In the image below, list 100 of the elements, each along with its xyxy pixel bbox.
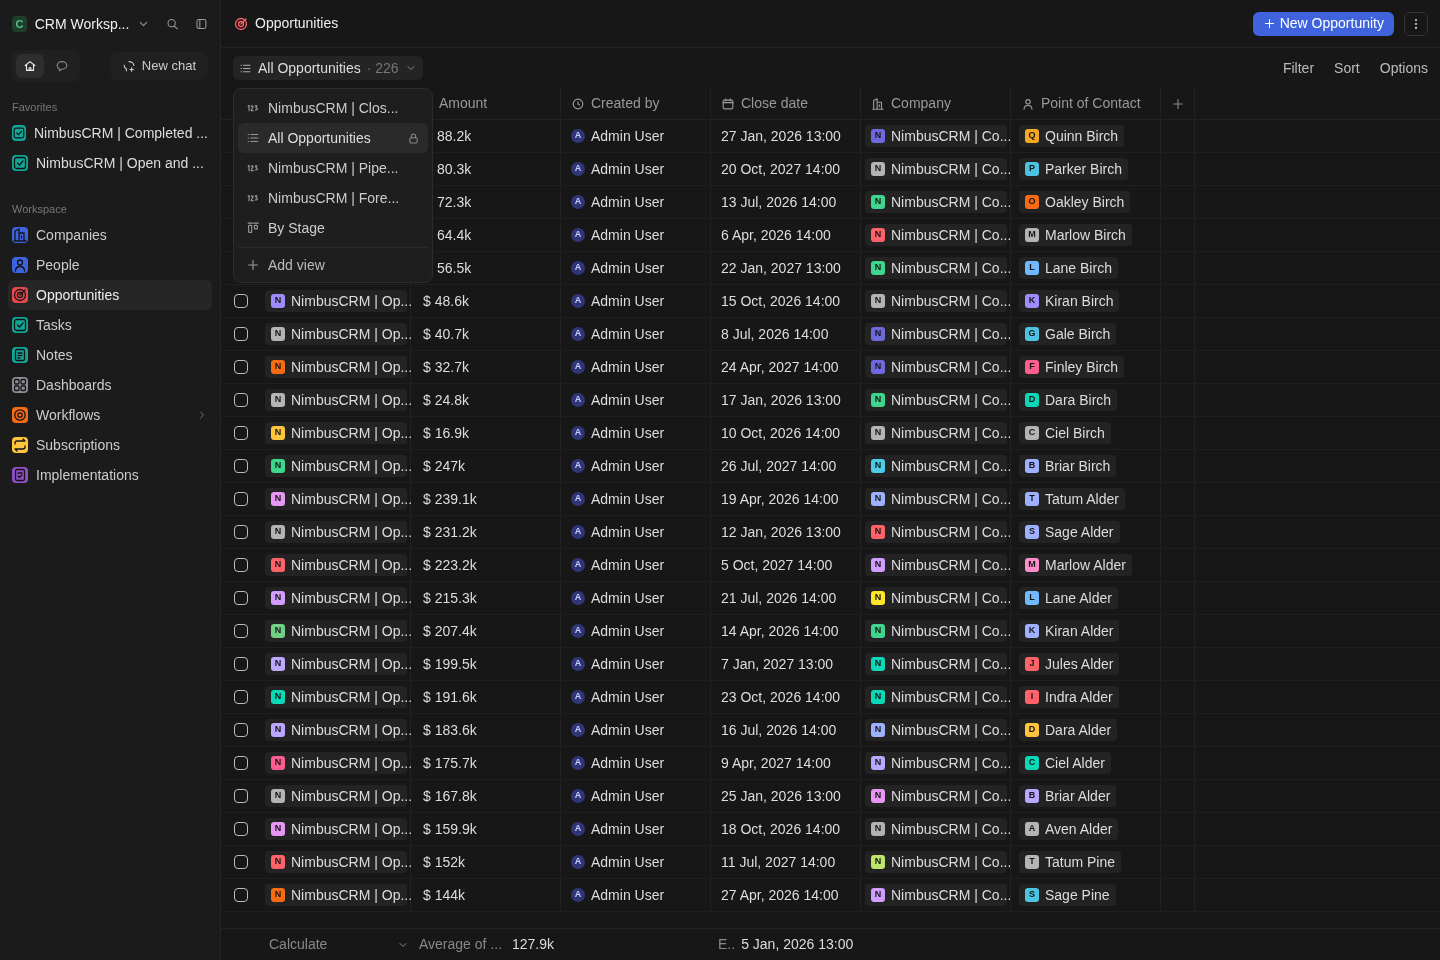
- person-chip[interactable]: S Sage Pine: [1019, 884, 1116, 906]
- favorite-label: NimbusCRM | Completed ...: [34, 123, 208, 143]
- person-chip[interactable]: T Tatum Pine: [1019, 851, 1122, 873]
- letter-avatar: L: [1025, 591, 1039, 605]
- sidebar-item[interactable]: Companies: [8, 220, 212, 250]
- letter-avatar: N: [271, 888, 285, 902]
- row-checkbox[interactable]: [234, 294, 248, 308]
- person-chip[interactable]: O Oakley Birch: [1019, 191, 1131, 213]
- chip-label: Finley Birch: [1045, 357, 1119, 377]
- person-chip[interactable]: A Aven Alder: [1019, 818, 1119, 840]
- person-chip[interactable]: C Ciel Birch: [1019, 422, 1111, 444]
- column-header[interactable]: Close date: [741, 93, 808, 114]
- row-checkbox[interactable]: [234, 657, 248, 671]
- view-menu-item[interactable]: NimbusCRM | Pipe...: [238, 153, 428, 183]
- row-checkbox[interactable]: [234, 327, 248, 341]
- sidebar-item[interactable]: Notes: [8, 340, 212, 370]
- row-checkbox[interactable]: [234, 426, 248, 440]
- person-chip[interactable]: T Tatum Alder: [1019, 488, 1125, 510]
- letter-avatar: N: [871, 162, 885, 176]
- row-checkbox[interactable]: [234, 690, 248, 704]
- letter-avatar: N: [271, 525, 285, 539]
- row-checkbox[interactable]: [234, 492, 248, 506]
- calculate-dropdown[interactable]: Calculate: [269, 934, 409, 955]
- add-view-button[interactable]: Add view: [238, 252, 428, 278]
- user-name: Admin User: [591, 258, 665, 278]
- person-chip[interactable]: G Gale Birch: [1019, 323, 1117, 345]
- person-chip[interactable]: K Kiran Alder: [1019, 620, 1120, 642]
- sidebar-item[interactable]: People: [8, 250, 212, 280]
- amount-cell-text: $ 247k: [423, 456, 466, 476]
- person-chip[interactable]: F Finley Birch: [1019, 356, 1125, 378]
- column-header[interactable]: Amount: [439, 93, 488, 114]
- row-checkbox[interactable]: [234, 393, 248, 407]
- person-chip[interactable]: Q Quinn Birch: [1019, 125, 1125, 147]
- view-menu-item[interactable]: NimbusCRM | Clos...: [238, 93, 428, 123]
- sidebar-item[interactable]: Opportunities: [8, 280, 212, 310]
- person-chip[interactable]: P Parker Birch: [1019, 158, 1129, 180]
- letter-avatar: N: [271, 459, 285, 473]
- amount-cell-text: $ 199.5k: [423, 654, 477, 674]
- sidebar-item[interactable]: Implementations: [8, 460, 212, 490]
- row-checkbox[interactable]: [234, 756, 248, 770]
- sidebar-item[interactable]: Subscriptions: [8, 430, 212, 460]
- person-chip[interactable]: L Lane Birch: [1019, 257, 1118, 279]
- toolbar-action[interactable]: Filter: [1282, 57, 1315, 79]
- row-checkbox[interactable]: [234, 855, 248, 869]
- letter-avatar: A: [1025, 822, 1039, 836]
- person-chip[interactable]: D Dara Birch: [1019, 389, 1118, 411]
- person-chip[interactable]: I Indra Alder: [1019, 686, 1119, 708]
- calendar-icon: [721, 96, 735, 111]
- row-checkbox[interactable]: [234, 789, 248, 803]
- person-chip[interactable]: B Briar Alder: [1019, 785, 1117, 807]
- row-checkbox[interactable]: [234, 558, 248, 572]
- column-header[interactable]: Company: [891, 93, 951, 114]
- person-chip[interactable]: D Dara Alder: [1019, 719, 1118, 741]
- favorite-item[interactable]: NimbusCRM | Open and ...: [8, 148, 212, 178]
- column-header[interactable]: Point of Contact: [1041, 93, 1141, 114]
- person-chip[interactable]: J Jules Alder: [1019, 653, 1120, 675]
- date-cell-text: 25 Jan, 2026 13:00: [721, 786, 841, 806]
- row-checkbox[interactable]: [234, 360, 248, 374]
- view-selector[interactable]: All Opportunities · 226: [233, 56, 423, 80]
- person-chip[interactable]: K Kiran Birch: [1019, 290, 1120, 312]
- view-menu-item[interactable]: NimbusCRM | Fore...: [238, 183, 428, 213]
- plus-icon: [246, 258, 260, 272]
- row-checkbox[interactable]: [234, 822, 248, 836]
- view-menu-item[interactable]: All Opportunities: [238, 123, 428, 153]
- toolbar-action[interactable]: Options: [1379, 57, 1428, 79]
- amount-cell-text: $ 175.7k: [423, 753, 477, 773]
- person-chip[interactable]: M Marlow Birch: [1019, 224, 1132, 246]
- view-menu-item[interactable]: By Stage: [238, 213, 428, 243]
- person-chip[interactable]: B Briar Birch: [1019, 455, 1117, 477]
- toolbar-action[interactable]: Sort: [1334, 57, 1360, 79]
- column-header[interactable]: Created by: [591, 93, 660, 114]
- new-chat-button[interactable]: New chat: [109, 52, 208, 80]
- row-checkbox[interactable]: [234, 459, 248, 473]
- workspace-name[interactable]: CRM Worksp...: [34, 13, 130, 35]
- person-chip[interactable]: C Ciel Alder: [1019, 752, 1111, 774]
- favorite-label: NimbusCRM | Open and ...: [36, 153, 204, 173]
- row-checkbox[interactable]: [234, 888, 248, 902]
- letter-avatar: A: [571, 558, 585, 572]
- sidebar-item[interactable]: Tasks: [8, 310, 212, 340]
- sidebar-item[interactable]: Workflows: [8, 400, 212, 430]
- person-chip[interactable]: L Lane Alder: [1019, 587, 1118, 609]
- sidebar-item[interactable]: Dashboards: [8, 370, 212, 400]
- new-opportunity-button[interactable]: New Opportunity: [1252, 11, 1394, 36]
- row-checkbox[interactable]: [234, 624, 248, 638]
- row-checkbox[interactable]: [234, 591, 248, 605]
- letter-avatar: N: [271, 822, 285, 836]
- date-cell-text: 14 Apr, 2026 14:00: [721, 621, 839, 641]
- amount-cell-text: $ 231.2k: [423, 522, 477, 542]
- row-checkbox[interactable]: [234, 525, 248, 539]
- amount-cell-text: $ 223.2k: [423, 555, 477, 575]
- plus-icon: [1170, 96, 1185, 111]
- favorite-item[interactable]: NimbusCRM | Completed ...: [8, 118, 212, 148]
- view-menu-label: NimbusCRM | Clos...: [268, 98, 400, 118]
- home-tab[interactable]: [16, 54, 44, 78]
- row-checkbox[interactable]: [234, 723, 248, 737]
- user-name: Admin User: [591, 687, 665, 707]
- person-chip[interactable]: M Marlow Alder: [1019, 554, 1132, 576]
- list-icon: [246, 131, 260, 145]
- user-name: Admin User: [591, 126, 665, 146]
- person-chip[interactable]: S Sage Alder: [1019, 521, 1120, 543]
